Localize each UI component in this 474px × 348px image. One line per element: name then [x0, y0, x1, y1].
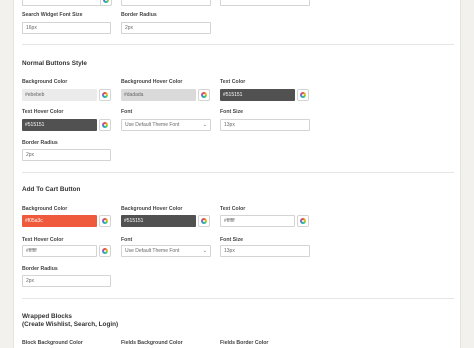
settings-panel: Search Widget Font Size 16px Border Radi… [13, 0, 461, 348]
divider [22, 172, 454, 173]
cart-radius-input[interactable]: 2px [22, 275, 111, 287]
add-to-cart-title: Add To Cart Button [22, 186, 81, 193]
normal-font-size-input[interactable]: 13px [220, 119, 310, 131]
fields-bg-label: Fields Background Color [121, 340, 183, 346]
search-font-size-label: Search Widget Font Size [22, 12, 83, 18]
color-wheel-icon [201, 92, 207, 98]
cart-font-select[interactable]: Use Default Theme Font ⌄ [121, 245, 211, 257]
color-wheel-icon [103, 0, 109, 3]
normal-text-color-label: Text Color [220, 79, 246, 85]
cart-text-hover-label: Text Hover Color [22, 237, 64, 243]
top-partial-field-2[interactable] [121, 0, 211, 6]
color-wheel-icon [300, 92, 306, 98]
color-wheel-icon [102, 218, 108, 224]
cart-bg-label: Background Color [22, 206, 68, 212]
fields-border-label: Fields Border Color [220, 340, 269, 346]
normal-font-size-label: Font Size [220, 109, 244, 115]
cart-hover-bg-picker[interactable] [198, 215, 210, 227]
normal-hover-bg-picker[interactable] [198, 89, 210, 101]
chevron-down-icon: ⌄ [202, 248, 207, 254]
cart-bg-picker[interactable] [99, 215, 111, 227]
cart-font-value: Use Default Theme Font [125, 248, 180, 254]
normal-hover-bg-label: Background Hover Color [121, 79, 183, 85]
search-font-size-input[interactable]: 16px [22, 22, 111, 34]
normal-bg-picker[interactable] [99, 89, 111, 101]
color-picker-button[interactable] [100, 0, 112, 6]
normal-radius-label: Border Radius [22, 140, 58, 146]
color-wheel-icon [102, 92, 108, 98]
normal-hover-bg-swatch[interactable]: #dadada [121, 89, 196, 101]
cart-text-color-label: Text Color [220, 206, 246, 212]
cart-hover-bg-swatch[interactable]: #515151 [121, 215, 196, 227]
normal-font-label: Font [121, 109, 133, 115]
color-wheel-icon [300, 218, 306, 224]
wrapped-blocks-title: Wrapped Blocks (Create Wishlist, Search,… [22, 313, 118, 329]
color-wheel-icon [102, 122, 108, 128]
cart-bg-swatch[interactable]: #f05a3c [22, 215, 97, 227]
color-wheel-icon [102, 248, 108, 254]
cart-hover-bg-label: Background Hover Color [121, 206, 183, 212]
color-wheel-icon [201, 218, 207, 224]
top-border-radius-label: Border Radius [121, 12, 157, 18]
chevron-down-icon: ⌄ [202, 122, 207, 128]
cart-text-hover-picker[interactable] [99, 245, 111, 257]
normal-text-color-picker[interactable] [297, 89, 309, 101]
cart-radius-label: Border Radius [22, 266, 58, 272]
wrapped-blocks-title-line2: (Create Wishlist, Search, Login) [22, 320, 119, 328]
cart-text-color-swatch[interactable]: #ffffff [220, 215, 295, 227]
wrapped-blocks-title-line1: Wrapped Blocks [22, 313, 72, 320]
cart-font-size-label: Font Size [220, 237, 244, 243]
normal-font-select[interactable]: Use Default Theme Font ⌄ [121, 119, 211, 131]
normal-radius-input[interactable]: 2px [22, 149, 111, 161]
block-bg-label: Block Background Color [22, 340, 83, 346]
top-border-radius-input[interactable]: 2px [121, 22, 211, 34]
cart-text-color-picker[interactable] [297, 215, 309, 227]
top-partial-field-1[interactable] [22, 0, 110, 6]
normal-text-color-swatch[interactable]: #515151 [220, 89, 295, 101]
divider [22, 298, 454, 299]
normal-text-hover-label: Text Hover Color [22, 109, 64, 115]
divider [22, 44, 454, 45]
normal-text-hover-picker[interactable] [99, 119, 111, 131]
normal-buttons-title: Normal Buttons Style [22, 60, 87, 67]
normal-bg-swatch[interactable]: #ebebeb [22, 89, 97, 101]
normal-bg-label: Background Color [22, 79, 68, 85]
top-partial-field-3[interactable] [220, 0, 310, 6]
normal-font-value: Use Default Theme Font [125, 122, 180, 128]
cart-text-hover-swatch[interactable]: #ffffff [22, 245, 97, 257]
cart-font-label: Font [121, 237, 133, 243]
cart-font-size-input[interactable]: 13px [220, 245, 310, 257]
normal-text-hover-swatch[interactable]: #515151 [22, 119, 97, 131]
